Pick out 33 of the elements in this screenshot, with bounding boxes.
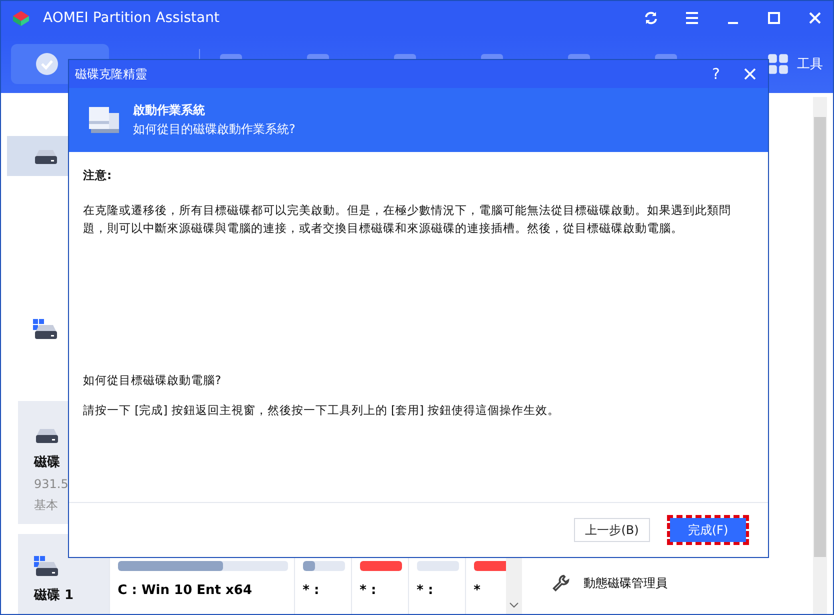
close-icon[interactable]: [807, 10, 823, 26]
partition-label: C : Win 10 Ent x64: [118, 583, 253, 598]
logo-icon: [11, 8, 31, 28]
usage-bar: [416, 561, 459, 571]
disk-type: 基本: [34, 497, 59, 514]
note-title: 注意:: [83, 168, 113, 183]
disk-name: 磁碟: [34, 454, 61, 471]
help-button[interactable]: ?: [712, 65, 720, 83]
disk-size: 931.5: [34, 477, 70, 491]
question-text: 如何從目標磁碟啟動電腦?: [83, 372, 222, 389]
dialog-title: 磁碟克隆精靈: [75, 66, 147, 82]
wrench-icon: [552, 574, 570, 592]
refresh-icon[interactable]: [643, 10, 659, 26]
partition-item[interactable]: C : Win 10 Ent x64: [110, 539, 294, 614]
partition-label: * :: [416, 583, 434, 598]
note-text: 在克隆或遷移後，所有目標磁碟都可以完美啟動。但是，在極少數情況下，電腦可能無法從目標磁碟啟動。如果遇到此類問題，則可以中斷來源磁碟與電腦的連接，或者交換目標磁碟和來源磁碟的連接插槽。然後，從目標磁碟啟動電腦。: [83, 202, 732, 237]
partition-label: * :: [360, 583, 378, 598]
partition-label: *: [474, 583, 482, 598]
tools-label[interactable]: 工具: [797, 55, 823, 73]
close-icon[interactable]: [744, 68, 756, 80]
partition-label: * :: [302, 583, 320, 598]
back-button[interactable]: 上一步(B): [574, 518, 650, 542]
scroll-down-icon[interactable]: [508, 602, 519, 608]
disk-name: 磁碟 1: [34, 587, 75, 604]
step-title: 啟動作業系統: [133, 102, 206, 119]
action-item[interactable]: 動態磁碟管理員: [552, 574, 813, 592]
tools-icon[interactable]: [767, 53, 789, 75]
menu-icon[interactable]: [684, 10, 700, 26]
check-icon: [35, 52, 59, 76]
window-title: AOMEI Partition Assistant: [43, 10, 220, 26]
finish-button[interactable]: 完成(F): [670, 518, 746, 542]
maximize-icon[interactable]: [766, 10, 782, 26]
step-subtitle: 如何從目的磁碟啟動作業系統?: [133, 121, 296, 138]
